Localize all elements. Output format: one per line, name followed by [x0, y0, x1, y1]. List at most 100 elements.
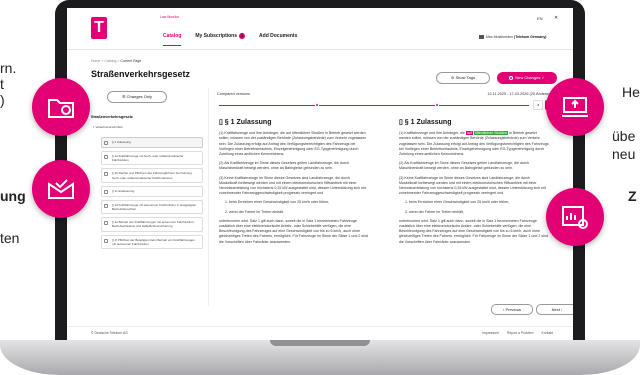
- slider-handle-start[interactable]: [315, 103, 319, 107]
- laptop-screen: T Law Monitor Catalog My Subscriptions 1 …: [67, 8, 573, 340]
- old-version-column: ▯ § 1 Zulassung (1) Kraftfahrzeuge und i…: [219, 119, 369, 249]
- sidebar-item-label: § 1a Kraftfahrzeuge mit hoch- oder volla…: [112, 154, 184, 163]
- sidebar-item-label: § 1e Betrieb von Kraftfahrzeugen mit aut…: [112, 220, 195, 229]
- show-tags-label: Show Tags: [455, 75, 475, 80]
- bg-text-fragment: He: [622, 84, 640, 100]
- subscriptions-count-badge: 1: [239, 33, 246, 39]
- paragraph: (1) Kraftfahrzeuge und ihre Anhänger, di…: [399, 131, 549, 157]
- user-menu[interactable]: Max Mustermann (Telekom Germany): [479, 35, 547, 40]
- checkbox-icon[interactable]: [104, 172, 108, 177]
- deleted-text: auf: [465, 131, 473, 136]
- checkbox-icon[interactable]: [104, 203, 108, 208]
- sidebar-item[interactable]: § 1f Pflichten der Beteiligten beim Betr…: [101, 234, 203, 250]
- nav-my-subscriptions-label: My Subscriptions: [195, 33, 238, 39]
- list-item: 2. wenn der Fahrer im Treten einhält,: [225, 209, 284, 214]
- stage: rn. t ) ung ten He übe neu Z T Law Monit…: [0, 0, 640, 375]
- checkbox-icon[interactable]: [104, 221, 108, 226]
- user-icon: [479, 35, 484, 40]
- sidebar-heading: Straßenverkehrsgesetz: [91, 115, 133, 119]
- nav-catalog[interactable]: Catalog: [163, 33, 182, 46]
- user-name: Max Mustermann: [486, 35, 514, 39]
- paragraph: unterbrochen wird. Satz 1 gilt auch dann…: [399, 218, 549, 244]
- breadcrumb-catalog[interactable]: Catalog: [104, 59, 116, 63]
- laptop-upload-icon: [562, 97, 588, 117]
- old-version-heading-text: § 1 Zulassung: [224, 119, 272, 126]
- previous-button[interactable]: ‹ Previous: [491, 304, 533, 315]
- paragraph: (2) Als Kraftfahrzeuge im Sinne dieses G…: [399, 161, 529, 171]
- sidebar-item-label: § 1c Evaluierung: [112, 188, 135, 193]
- checkbox-icon[interactable]: [104, 189, 108, 194]
- copyright: © Deutsche Telekom AG: [91, 331, 128, 335]
- sidebar-item-label: § 1d Kraftfahrzeuge mit autonomer Fahrfu…: [112, 202, 197, 212]
- bg-text-fragment: ): [0, 92, 5, 108]
- language-switch[interactable]: EN: [537, 16, 543, 21]
- bg-text-fragment: rn.: [0, 60, 17, 76]
- top-bar: T Law Monitor Catalog My Subscriptions 1 …: [67, 8, 573, 50]
- list-item: 2. wenn der Fahrer im Treten einhält,: [405, 209, 464, 214]
- breadcrumb: Home > Catalog > Current Page: [91, 59, 142, 63]
- paragraph: (3) Keine Kraftfahrzeuge im Sinne dieses…: [399, 175, 546, 196]
- compared-versions-label: Compared versions: [217, 92, 250, 96]
- checkbox-icon[interactable]: [104, 155, 108, 159]
- sidebar-item[interactable]: § 1c Evaluierung: [101, 185, 203, 197]
- close-icon[interactable]: ✕: [554, 15, 558, 21]
- comparison-panel: Compared versions 12.11.2025 - 17.03.202…: [215, 88, 573, 315]
- bg-text-fragment: ten: [0, 230, 20, 246]
- breadcrumb-current: Current Page: [120, 59, 142, 63]
- bg-text-fragment: übe: [612, 128, 636, 144]
- new-changes-label: New Changes: [515, 75, 541, 80]
- telekom-logo[interactable]: T: [91, 17, 107, 39]
- email-check-badge: [32, 160, 90, 218]
- dashboard-settings-icon: [562, 206, 588, 229]
- sidebar-subheading: I. Verkehrsvorschriften: [93, 125, 123, 129]
- footer-links: Impressum Report a Problem Kontakt: [482, 331, 553, 335]
- dashboard-settings-badge: [546, 188, 604, 246]
- old-version-heading: ▯ § 1 Zulassung: [219, 119, 272, 126]
- sidebar: ☰ Changes Only Straßenverkehrsgesetz I. …: [91, 88, 209, 306]
- sidebar-item-label: § 1b Rechte und Pflichten des Fahrzeugfü…: [112, 171, 192, 180]
- sidebar-item-label: § 1f Pflichten der Beteiligten beim Betr…: [112, 237, 195, 246]
- sidebar-item[interactable]: § 1a Kraftfahrzeuge mit hoch- oder volla…: [101, 151, 203, 166]
- paragraph: (1) Kraftfahrzeuge und ihre Anhänger, di…: [219, 131, 367, 157]
- sidebar-item[interactable]: § 1 Zulassung: [101, 137, 203, 148]
- changes-only-button[interactable]: ☰ Changes Only: [107, 91, 167, 103]
- list-item: 1. beim Erreichen einer Geschwindigkeit …: [225, 200, 330, 205]
- checkbox-icon[interactable]: [104, 238, 108, 243]
- next-label: Next: [551, 307, 560, 312]
- version-slider-track[interactable]: [219, 105, 529, 107]
- footer-link-impressum[interactable]: Impressum: [482, 331, 499, 335]
- laptop-upload-badge: [546, 78, 604, 136]
- new-changes-button[interactable]: New Changes ✓: [497, 72, 557, 84]
- nav-my-subscriptions[interactable]: My Subscriptions 1: [195, 33, 246, 46]
- main-nav: Catalog My Subscriptions 1 Add Documents: [163, 33, 297, 46]
- slider-handle-end[interactable]: [435, 103, 439, 107]
- previous-label: Previous: [505, 307, 521, 312]
- show-tags-button[interactable]: ⊘ Show Tags: [436, 72, 490, 84]
- checkbox-icon[interactable]: [104, 141, 108, 145]
- new-version-column: ▯ § 1 Zulassung (1) Kraftfahrzeuge und i…: [399, 119, 549, 249]
- new-version-heading: ▯ § 1 Zulassung: [399, 119, 452, 126]
- sidebar-item[interactable]: § 1b Rechte und Pflichten des Fahrzeugfü…: [101, 168, 203, 183]
- nav-add-documents[interactable]: Add Documents: [259, 33, 297, 46]
- sidebar-item[interactable]: § 1e Betrieb von Kraftfahrzeugen mit aut…: [101, 217, 203, 232]
- app-name: Law Monitor: [160, 15, 180, 19]
- next-button[interactable]: Next ›: [536, 304, 573, 315]
- bg-text-fragment: Z: [628, 188, 637, 204]
- folder-settings-icon: [48, 99, 74, 118]
- bg-text-fragment: ung: [0, 188, 26, 204]
- bg-text-fragment: neu: [612, 146, 636, 162]
- changes-only-label: Changes Only: [126, 94, 153, 99]
- sidebar-item[interactable]: § 1d Kraftfahrzeuge mit autonomer Fahrfu…: [101, 199, 203, 215]
- footer-link-contact[interactable]: Kontakt: [542, 331, 554, 335]
- bg-text-fragment: t: [0, 76, 4, 92]
- previous-version-button[interactable]: ◂: [533, 100, 543, 110]
- paragraph-start: (1) Kraftfahrzeuge und ihre Anhänger, di…: [399, 131, 465, 136]
- alert-icon: [509, 75, 514, 80]
- page-title: Straßenverkehrsgesetz: [91, 69, 191, 79]
- breadcrumb-home[interactable]: Home: [91, 59, 100, 63]
- footer-link-report[interactable]: Report a Problem: [507, 331, 534, 335]
- footer: © Deutsche Telekom AG Impressum Report a…: [67, 326, 573, 340]
- laptop-notch: [270, 340, 370, 346]
- sidebar-item-label: § 1 Zulassung: [112, 140, 131, 144]
- user-company: (Telekom Germany): [514, 35, 547, 39]
